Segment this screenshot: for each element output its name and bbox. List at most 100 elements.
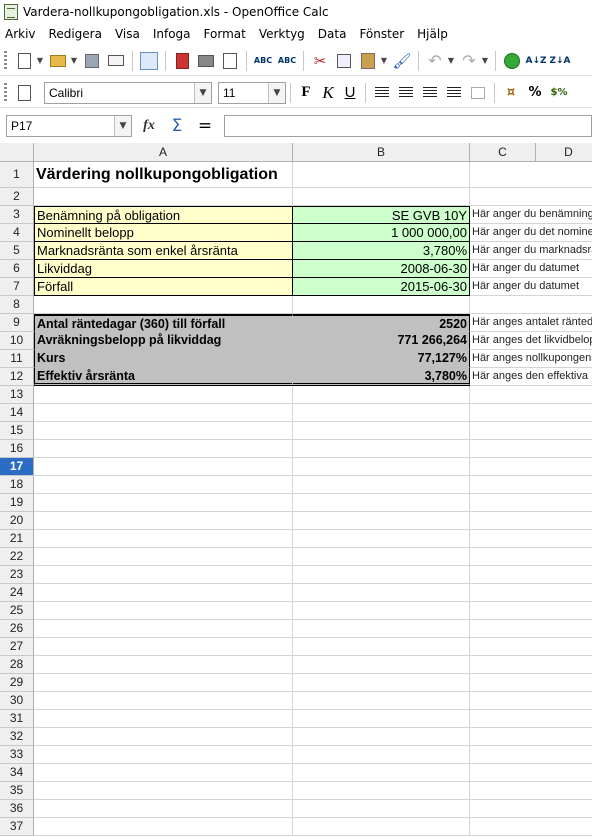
cell-b[interactable]: 771 266,264: [293, 332, 470, 350]
cell-a[interactable]: [34, 620, 293, 638]
edit-mode-button[interactable]: [139, 51, 159, 71]
print-button[interactable]: [196, 51, 216, 71]
cell-a[interactable]: Avräkningsbelopp på likviddag: [34, 332, 293, 350]
row-header[interactable]: 28: [0, 656, 34, 674]
cell-a[interactable]: Benämning på obligation: [34, 206, 293, 224]
cell-c[interactable]: [470, 692, 592, 710]
cell-c[interactable]: [470, 638, 592, 656]
cell-c[interactable]: [470, 674, 592, 692]
cell-c[interactable]: [470, 566, 592, 584]
row-header[interactable]: 2: [0, 188, 34, 206]
cell-c[interactable]: [470, 584, 592, 602]
cell-c[interactable]: [470, 800, 592, 818]
row-header[interactable]: 9: [0, 314, 34, 332]
cell-a[interactable]: [34, 656, 293, 674]
menu-fonster[interactable]: Fönster: [359, 27, 404, 41]
row-header[interactable]: 18: [0, 476, 34, 494]
row-header[interactable]: 14: [0, 404, 34, 422]
cell-a[interactable]: [34, 512, 293, 530]
cell-b[interactable]: [293, 638, 470, 656]
format-paintbrush-button[interactable]: 🖌: [392, 51, 412, 71]
cell-b[interactable]: [293, 422, 470, 440]
row-header[interactable]: 37: [0, 818, 34, 836]
cell-a[interactable]: [34, 548, 293, 566]
cell-c[interactable]: [470, 188, 592, 206]
underline-button[interactable]: U: [339, 83, 361, 103]
cell-a[interactable]: Nominellt belopp: [34, 224, 293, 242]
cell-b[interactable]: 2008-06-30: [293, 260, 470, 278]
currency-format-button[interactable]: ¤: [501, 83, 521, 103]
sort-descending-button[interactable]: Z↓A: [549, 51, 570, 71]
cell-c[interactable]: [470, 818, 592, 836]
align-right-button[interactable]: [420, 83, 440, 103]
menu-infoga[interactable]: Infoga: [153, 27, 191, 41]
cell-b[interactable]: [293, 458, 470, 476]
cell-a[interactable]: [34, 458, 293, 476]
cell-b[interactable]: [293, 494, 470, 512]
cell-b[interactable]: 1 000 000,00: [293, 224, 470, 242]
menu-format[interactable]: Format: [204, 27, 246, 41]
cell-a[interactable]: [34, 566, 293, 584]
cell-a[interactable]: [34, 440, 293, 458]
cell-b[interactable]: [293, 386, 470, 404]
cell-c[interactable]: Här anger du datumet: [470, 260, 592, 278]
sort-ascending-button[interactable]: A↓Z: [525, 51, 546, 71]
chevron-down-icon[interactable]: ▼: [114, 116, 131, 136]
cell-c[interactable]: [470, 458, 592, 476]
cell-a[interactable]: Kurs: [34, 350, 293, 368]
cell-a[interactable]: [34, 188, 293, 206]
cell-a[interactable]: [34, 404, 293, 422]
redo-button[interactable]: ↷: [459, 51, 479, 71]
open-button[interactable]: [48, 51, 68, 71]
cell-b[interactable]: [293, 692, 470, 710]
cell-c[interactable]: [470, 764, 592, 782]
row-header[interactable]: 22: [0, 548, 34, 566]
column-header-a[interactable]: A: [34, 143, 293, 162]
cell-a[interactable]: [34, 728, 293, 746]
cell-c[interactable]: [470, 782, 592, 800]
cell-b[interactable]: 3,780%: [293, 242, 470, 260]
cell-b[interactable]: 77,127%: [293, 350, 470, 368]
cell-b[interactable]: [293, 746, 470, 764]
cell-b[interactable]: [293, 710, 470, 728]
row-header[interactable]: 26: [0, 620, 34, 638]
merge-cells-button[interactable]: [468, 83, 488, 103]
align-left-button[interactable]: [372, 83, 392, 103]
cell-a[interactable]: [34, 818, 293, 836]
row-header[interactable]: 3: [0, 206, 34, 224]
cell-c[interactable]: [470, 746, 592, 764]
cell-c[interactable]: Här anger du marknadsräntan: [470, 242, 592, 260]
cell-a[interactable]: Värdering nollkupongobligation: [34, 162, 293, 188]
cell-b[interactable]: [293, 404, 470, 422]
cell-c[interactable]: [470, 440, 592, 458]
row-header[interactable]: 35: [0, 782, 34, 800]
cell-a[interactable]: [34, 476, 293, 494]
row-header[interactable]: 33: [0, 746, 34, 764]
menu-hjalp[interactable]: Hjälp: [417, 27, 448, 41]
bold-button[interactable]: F: [295, 83, 317, 103]
cell-c[interactable]: Här anger du det nominella: [470, 224, 592, 242]
cell-c[interactable]: [470, 728, 592, 746]
cell-b[interactable]: [293, 530, 470, 548]
row-header[interactable]: 11: [0, 350, 34, 368]
row-header[interactable]: 29: [0, 674, 34, 692]
cell-a[interactable]: Förfall: [34, 278, 293, 296]
cell-b[interactable]: [293, 800, 470, 818]
align-center-button[interactable]: [396, 83, 416, 103]
row-header[interactable]: 20: [0, 512, 34, 530]
cell-c[interactable]: Här anges den effektiva: [470, 368, 592, 386]
cell-a[interactable]: [34, 782, 293, 800]
cell-c[interactable]: [470, 548, 592, 566]
cell-a[interactable]: [34, 710, 293, 728]
row-header[interactable]: 7: [0, 278, 34, 296]
cell-c[interactable]: [470, 656, 592, 674]
cell-a[interactable]: [34, 800, 293, 818]
cell-c[interactable]: Här anges det likvidbelopp: [470, 332, 592, 350]
row-header[interactable]: 19: [0, 494, 34, 512]
chevron-down-icon[interactable]: ▼: [194, 82, 211, 103]
cell-b[interactable]: [293, 162, 470, 188]
cell-c[interactable]: [470, 476, 592, 494]
cell-b[interactable]: [293, 566, 470, 584]
row-header[interactable]: 23: [0, 566, 34, 584]
row-header[interactable]: 34: [0, 764, 34, 782]
